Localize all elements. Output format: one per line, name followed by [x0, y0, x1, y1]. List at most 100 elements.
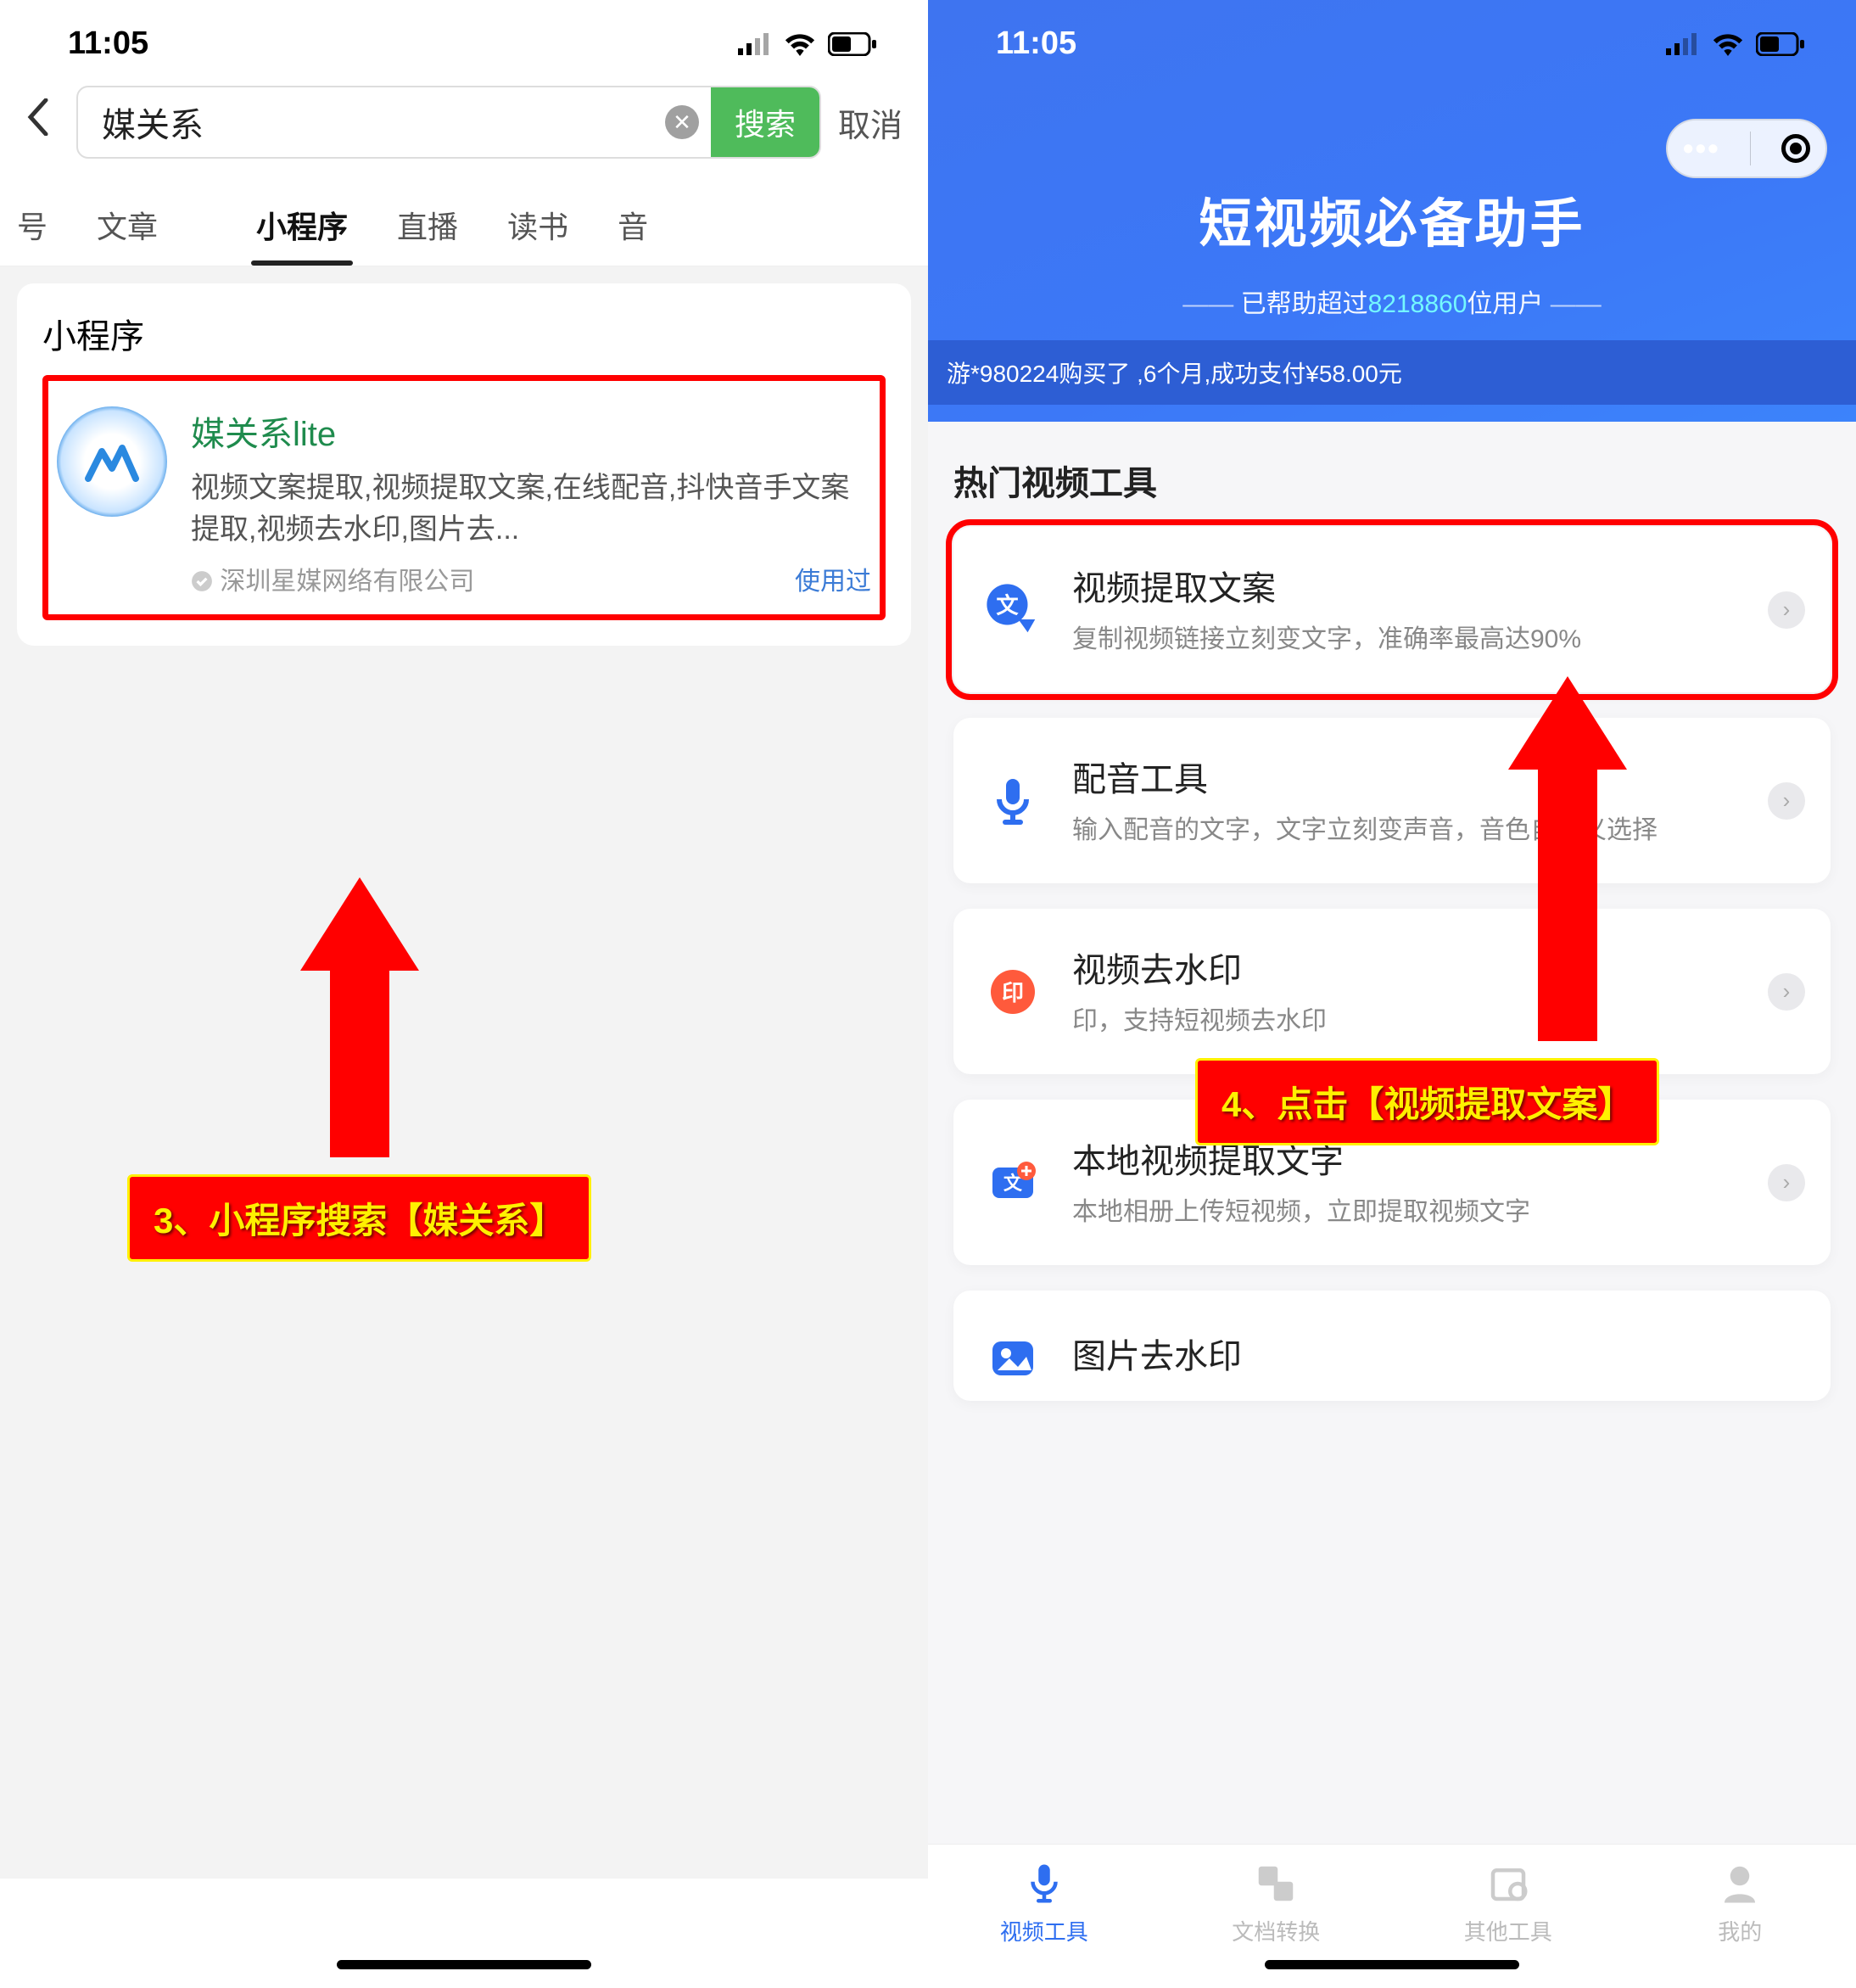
arrow-stem [330, 971, 389, 1157]
tabbar-label: 文档转换 [1232, 1915, 1320, 1946]
tool-title: 视频去水印 [1072, 943, 1742, 992]
tool-list-body: 热门视频工具 文 视频提取文案 复制视频链接立刻变文字，准确率最高达90% › … [928, 422, 1856, 1864]
tool-text: 图片去水印 [1072, 1329, 1805, 1388]
chevron-right-icon: › [1768, 1164, 1805, 1201]
tool-text: 配音工具 输入配音的文字，文字立刻变声音，音色自定义选择 [1072, 752, 1742, 849]
result-text: 媒关系lite 视频文案提取,视频提取文案,在线配音,抖快音手文案提取,视频去水… [191, 406, 871, 597]
search-results-body: 小程序 媒关系lite 视频文案提取,视频提取文案,在线配音,抖快音手文案提取,… [0, 266, 928, 1879]
tabbar-other-tools[interactable]: 其他工具 [1392, 1845, 1624, 1963]
home-indicator [337, 1960, 591, 1969]
tool-desc: 本地相册上传短视频，立即提取视频文字 [1072, 1193, 1742, 1231]
status-bar: 11:05 [0, 0, 928, 79]
used-tag: 使用过 [795, 560, 871, 597]
verified-icon [191, 570, 213, 592]
tabbar-video-tools[interactable]: 视频工具 [928, 1845, 1160, 1963]
status-time: 11:05 [996, 25, 1076, 62]
tool-desc: 印，支持短视频去水印 [1072, 1002, 1742, 1040]
local-video-icon: 文 [979, 1149, 1047, 1217]
tool-title: 配音工具 [1072, 752, 1742, 801]
status-bar: 11:05 [928, 0, 1856, 79]
app-icon [57, 406, 167, 517]
result-desc: 视频文案提取,视频提取文案,在线配音,抖快音手文案提取,视频去水印,图片去... [191, 468, 871, 552]
annotation-red-box: 媒关系lite 视频文案提取,视频提取文案,在线配音,抖快音手文案提取,视频去水… [42, 375, 886, 620]
calendar-icon [1485, 1861, 1531, 1907]
home-indicator [1265, 1960, 1519, 1969]
arrow-up-icon [300, 877, 419, 971]
image-watermark-icon [979, 1324, 1047, 1392]
tab-live[interactable]: 直播 [389, 184, 467, 266]
right-screenshot: 11:05 ••• 短视频必备助手 已帮助超过8218860位用户 游*9802… [928, 0, 1856, 1988]
capsule-close-icon[interactable] [1781, 134, 1810, 163]
cellular-icon [738, 33, 772, 55]
tool-text: 本地视频提取文字 本地相册上传短视频，立即提取视频文字 [1072, 1134, 1742, 1231]
section-title: 热门视频工具 [953, 456, 1831, 505]
purchase-ticker: 游*980224购买了 ,6个月,成功支付¥58.00元 [928, 340, 1856, 405]
wifi-icon [1712, 32, 1744, 56]
tabbar-doc-convert[interactable]: 文档转换 [1160, 1845, 1393, 1963]
search-input[interactable]: 媒关系 [78, 98, 665, 147]
tool-title: 本地视频提取文字 [1072, 1134, 1742, 1183]
section-title: 小程序 [42, 309, 886, 358]
microphone-icon [979, 767, 1047, 835]
cancel-link[interactable]: 取消 [838, 99, 903, 146]
status-icons [738, 32, 877, 56]
hero-subtitle: 已帮助超过8218860位用户 [928, 283, 1856, 340]
tool-title: 图片去水印 [1072, 1329, 1805, 1378]
left-screenshot: 11:05 媒关系 ✕ 搜索 取消 号 文章 小程序 直播 读书 音 小程序 [0, 0, 928, 1988]
battery-icon [1756, 32, 1805, 56]
tool-title: 视频提取文案 [1072, 561, 1742, 610]
tabbar-label: 我的 [1718, 1915, 1762, 1946]
tabbar-mine[interactable]: 我的 [1624, 1845, 1856, 1963]
result-section: 小程序 媒关系lite 视频文案提取,视频提取文案,在线配音,抖快音手文案提取,… [17, 283, 911, 646]
tabbar-label: 其他工具 [1464, 1915, 1552, 1946]
annotation-caption: 3、小程序搜索【媒关系】 [127, 1174, 591, 1262]
tool-image-watermark[interactable]: 图片去水印 [953, 1291, 1831, 1401]
chevron-right-icon: › [1768, 782, 1805, 820]
tab-blurred[interactable] [198, 184, 215, 266]
back-button[interactable] [17, 98, 59, 146]
chevron-right-icon: › [1768, 591, 1805, 629]
miniprogram-result[interactable]: 媒关系lite 视频文案提取,视频提取文案,在线配音,抖快音手文案提取,视频去水… [48, 381, 880, 614]
miniprogram-capsule[interactable]: ••• [1666, 119, 1827, 178]
person-icon [1717, 1861, 1763, 1907]
extract-text-icon: 文 [979, 576, 1047, 644]
clear-icon[interactable]: ✕ [665, 105, 699, 139]
cellular-icon [1666, 33, 1700, 55]
tool-text: 视频提取文案 复制视频链接立刻变文字，准确率最高达90% [1072, 561, 1742, 658]
result-company: 深圳星媒网络有限公司 [191, 560, 474, 597]
svg-text:文: 文 [996, 592, 1019, 618]
tool-desc: 复制视频链接立刻变文字，准确率最高达90% [1072, 620, 1742, 658]
capsule-menu-icon[interactable]: ••• [1683, 131, 1720, 166]
search-box[interactable]: 媒关系 ✕ 搜索 [76, 86, 821, 159]
capsule-separator [1750, 132, 1751, 165]
battery-icon [828, 32, 877, 56]
tool-desc: 输入配音的文字，文字立刻变声音，音色自定义选择 [1072, 811, 1742, 849]
tab-article[interactable]: 文章 [88, 184, 166, 266]
tool-local-video-text[interactable]: 文 本地视频提取文字 本地相册上传短视频，立即提取视频文字 › [953, 1100, 1831, 1265]
wifi-icon [784, 32, 816, 56]
svg-text:印: 印 [1002, 980, 1024, 1005]
watermark-icon: 印 [979, 958, 1047, 1026]
tool-remove-watermark[interactable]: 印 视频去水印 印，支持短视频去水印 › [953, 909, 1831, 1074]
tab-reading[interactable]: 读书 [499, 184, 577, 266]
hero-title: 短视频必备助手 [928, 79, 1856, 283]
convert-icon [1253, 1861, 1299, 1907]
status-icons [1666, 32, 1805, 56]
tool-text: 视频去水印 印，支持短视频去水印 [1072, 943, 1742, 1040]
tabbar-label: 视频工具 [1000, 1915, 1088, 1946]
tab-miniprogram[interactable]: 小程序 [248, 184, 356, 266]
result-title: 媒关系lite [191, 406, 871, 456]
tab-account[interactable]: 号 [8, 184, 56, 266]
status-time: 11:05 [68, 25, 148, 62]
result-footer: 深圳星媒网络有限公司 使用过 [191, 560, 871, 597]
search-tabs: 号 文章 小程序 直播 读书 音 [0, 176, 928, 266]
hero: 11:05 ••• 短视频必备助手 已帮助超过8218860位用户 游*9802… [928, 0, 1856, 422]
chevron-right-icon: › [1768, 973, 1805, 1011]
annotation-step-3: 3、小程序搜索【媒关系】 [127, 877, 591, 1262]
search-button[interactable]: 搜索 [711, 87, 819, 157]
search-row: 媒关系 ✕ 搜索 取消 [0, 79, 928, 176]
microphone-icon [1021, 1861, 1067, 1907]
tab-more[interactable]: 音 [609, 184, 657, 266]
tool-voiceover[interactable]: 配音工具 输入配音的文字，文字立刻变声音，音色自定义选择 › [953, 718, 1831, 883]
tool-extract-text[interactable]: 文 视频提取文案 复制视频链接立刻变文字，准确率最高达90% › [953, 527, 1831, 692]
